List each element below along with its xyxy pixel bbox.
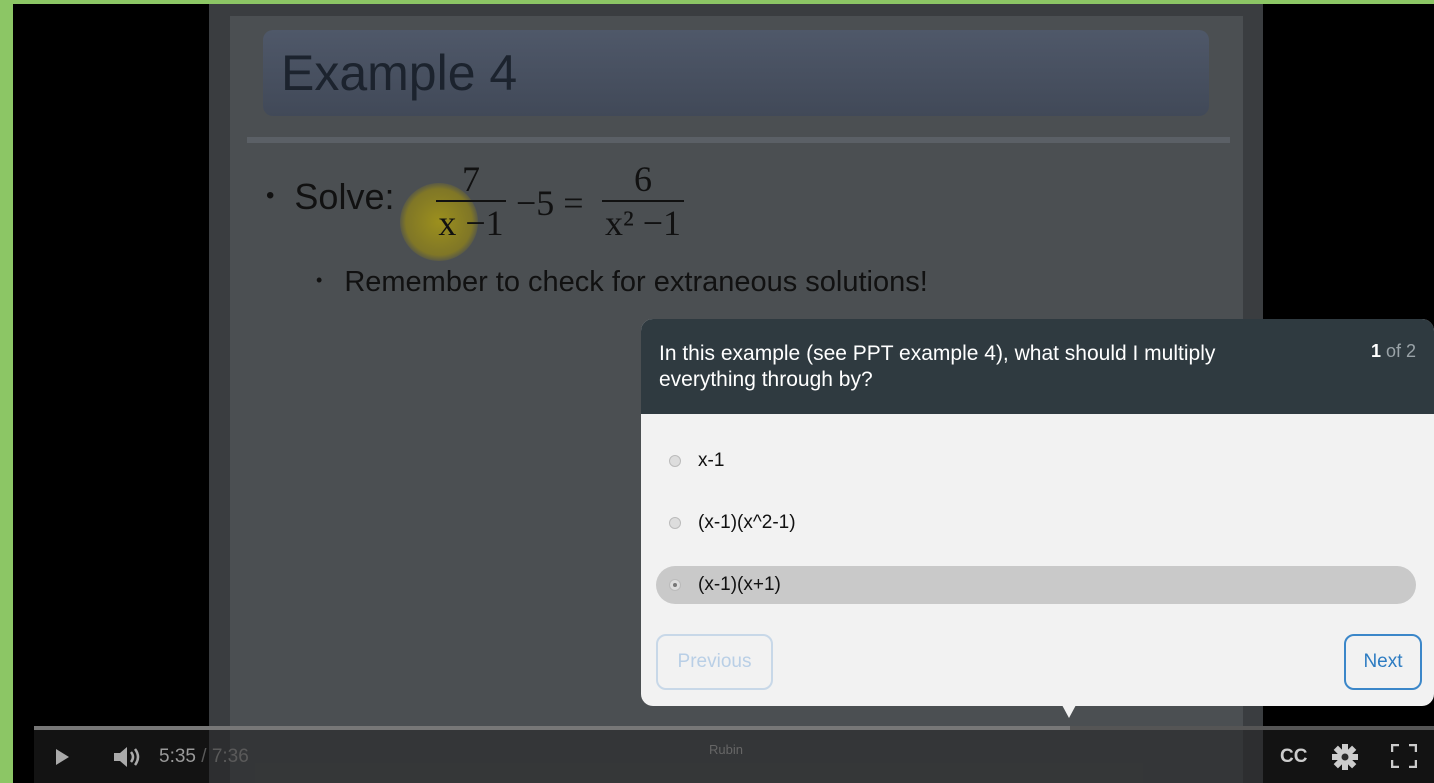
quiz-option[interactable]: x-1: [656, 442, 1416, 480]
fraction-right: 6 x² −1: [602, 160, 684, 242]
quiz-option-label: x-1: [698, 450, 725, 471]
quiz-counter-current: 1: [1370, 341, 1381, 361]
duration: / 7:36: [201, 746, 249, 767]
bullet-reminder: • Remember to check for extraneous soluti…: [316, 266, 928, 298]
fullscreen-icon[interactable]: [1391, 744, 1417, 768]
quiz-panel: In this example (see PPT example 4), wha…: [641, 319, 1434, 706]
previous-button[interactable]: Previous: [656, 634, 773, 690]
next-button[interactable]: Next: [1344, 634, 1422, 690]
slide-title-bar: Example 4: [263, 30, 1209, 116]
captions-button[interactable]: CC: [1280, 746, 1307, 768]
fraction-right-denominator: x² −1: [604, 203, 682, 243]
control-bar: 5:35 / 7:36 Rubin CC: [34, 730, 1434, 783]
fraction-left-numerator: 7: [462, 159, 480, 199]
quiz-counter: 1 of 2: [1371, 341, 1416, 362]
bullet-reminder-text: Remember to check for extraneous solutio…: [344, 266, 928, 298]
time-display: 5:35 / 7:36: [159, 746, 249, 768]
title-divider: [247, 137, 1230, 143]
fraction-left: 7 x −1: [436, 160, 506, 242]
quiz-body: x-1 (x-1)(x^2-1) (x-1)(x+1) Previous Nex…: [641, 414, 1434, 706]
quiz-option-label: (x-1)(x^2-1): [698, 512, 796, 533]
chapter-label: Rubin: [709, 742, 743, 757]
radio-button[interactable]: [669, 455, 681, 467]
quiz-header: In this example (see PPT example 4), wha…: [641, 319, 1434, 414]
fraction-left-denominator: x −1: [438, 203, 504, 243]
radio-button-checked[interactable]: [669, 579, 681, 591]
radio-button[interactable]: [669, 517, 681, 529]
equation-middle: −5 =: [516, 183, 584, 223]
play-icon[interactable]: [56, 749, 69, 765]
quiz-option[interactable]: (x-1)(x^2-1): [656, 504, 1416, 542]
quiz-counter-total: of 2: [1385, 341, 1416, 361]
volume-icon[interactable]: [112, 744, 146, 770]
bullet-solve: • Solve:: [266, 176, 395, 217]
slide-title: Example 4: [281, 45, 518, 101]
quiz-question: In this example (see PPT example 4), wha…: [659, 342, 1216, 391]
quiz-option-label: (x-1)(x+1): [698, 574, 781, 595]
quiz-option-selected[interactable]: (x-1)(x+1): [656, 566, 1416, 604]
fraction-right-numerator: 6: [634, 159, 652, 199]
bullet-solve-label: Solve:: [294, 176, 395, 217]
quiz-marker-pointer: [1062, 705, 1076, 718]
current-time: 5:35: [159, 746, 196, 767]
video-player[interactable]: Example 4 • Solve: 7 x −1 −5 = 6 x² −1 • R…: [13, 4, 1434, 783]
gear-icon[interactable]: [1331, 743, 1359, 771]
